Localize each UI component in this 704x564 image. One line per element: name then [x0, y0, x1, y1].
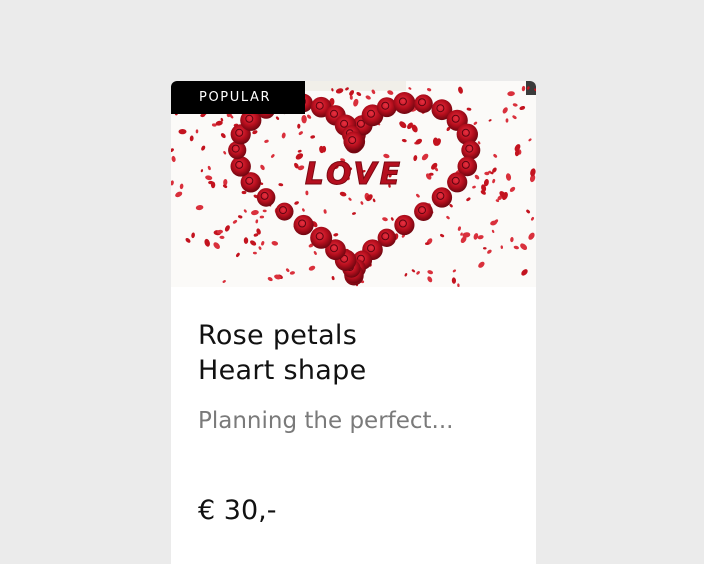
- product-card[interactable]: LOVE POPULAR Rose petals Heart shape Pla…: [171, 81, 536, 564]
- rose-flower: [447, 172, 468, 193]
- rose-flower: [376, 97, 397, 118]
- rose-flower: [275, 202, 294, 221]
- rose-flower: [393, 92, 416, 114]
- rose-flower: [414, 94, 433, 113]
- rose-petal: [210, 181, 216, 189]
- rose-flower: [310, 226, 333, 249]
- rose-flower: [431, 187, 453, 208]
- rose-flower: [343, 131, 364, 152]
- rose-petal: [178, 129, 187, 135]
- product-title[interactable]: Rose petals Heart shape: [198, 318, 518, 388]
- love-text: LOVE: [305, 157, 403, 192]
- rose-flower: [461, 140, 481, 160]
- product-title-line-1: Rose petals: [198, 320, 358, 351]
- rose-flower: [230, 156, 251, 177]
- product-price: € 30,-: [198, 495, 277, 526]
- popular-badge: POPULAR: [171, 81, 305, 114]
- rose-flower: [414, 202, 433, 221]
- product-image[interactable]: LOVE POPULAR: [171, 81, 536, 287]
- product-title-line-2: Heart shape: [198, 355, 367, 386]
- product-description: Planning the perfect...: [198, 408, 454, 434]
- rose-flower: [293, 214, 314, 236]
- rose-flower: [394, 214, 415, 236]
- rose-flower: [256, 188, 276, 207]
